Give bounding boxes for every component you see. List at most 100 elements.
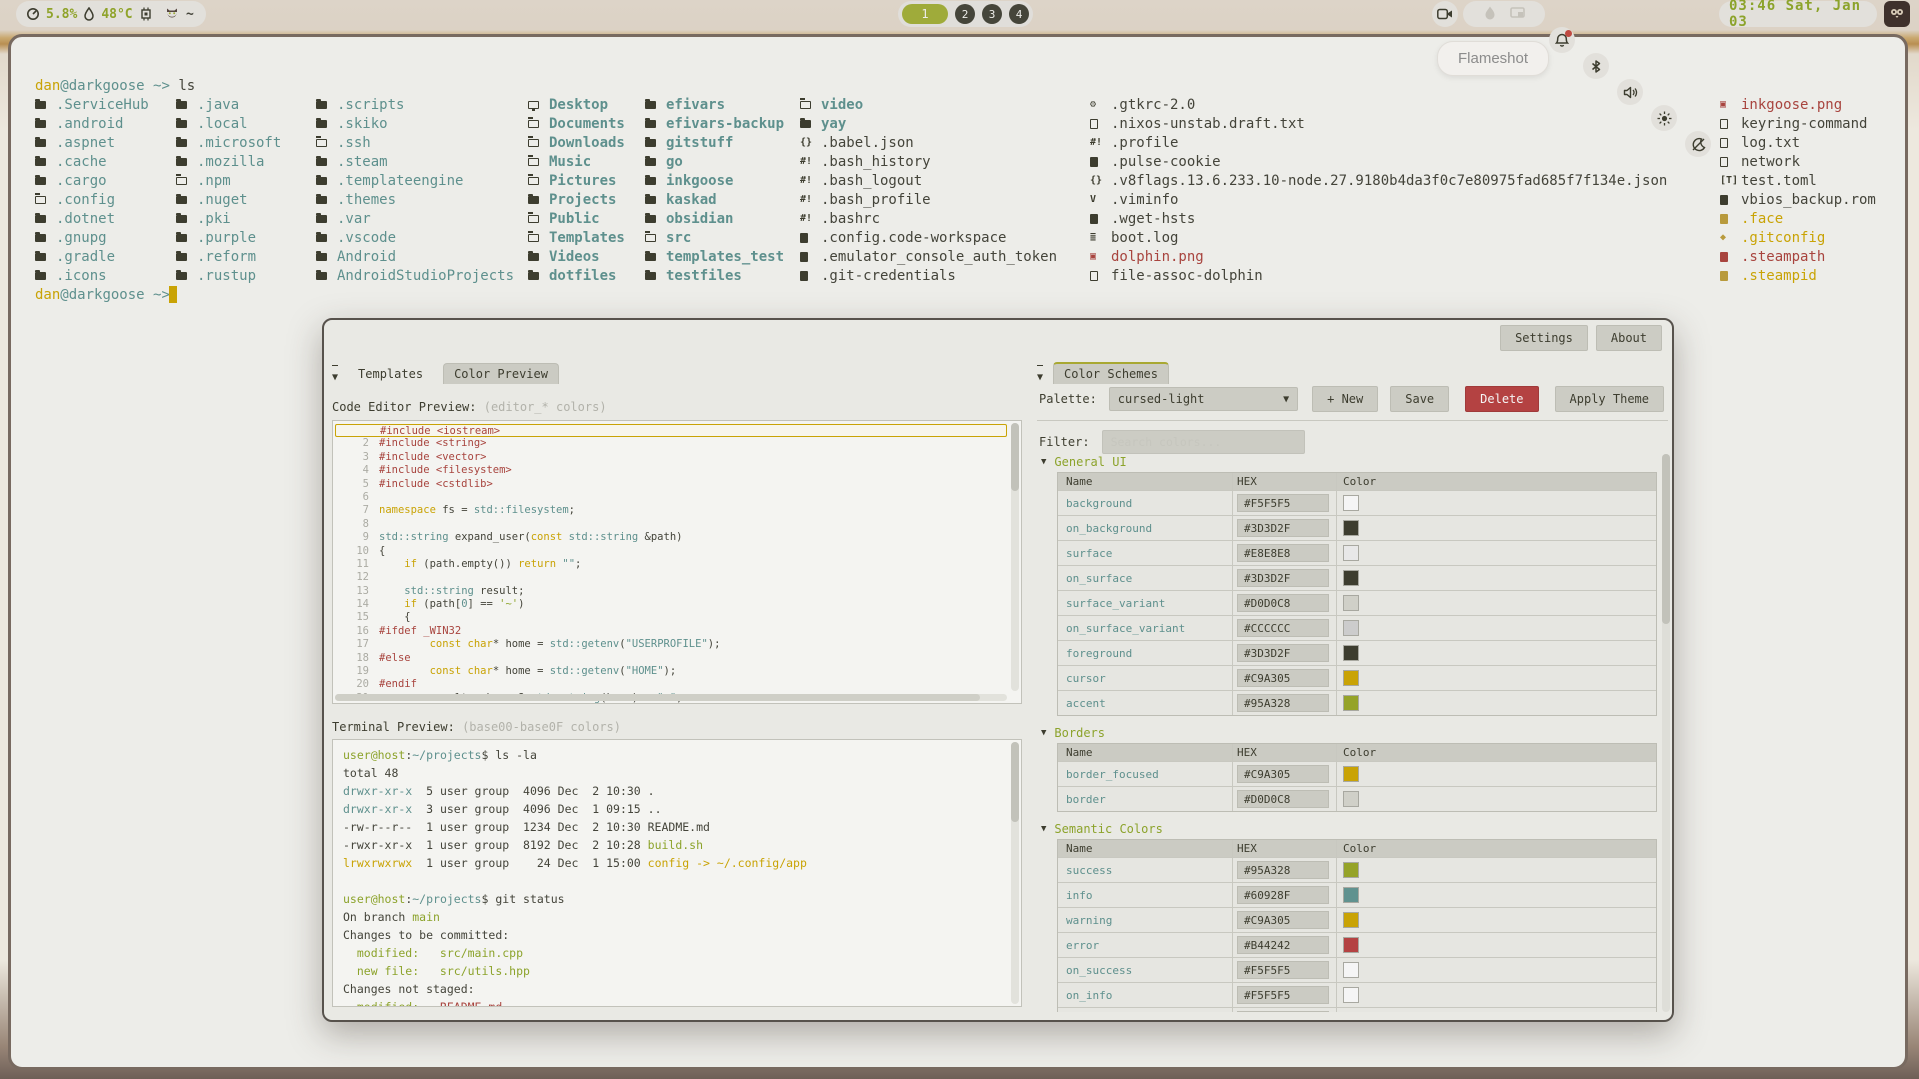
right-panel-scrollbar[interactable] [1662, 454, 1670, 1012]
save-button[interactable]: Save [1390, 386, 1449, 412]
hex-input[interactable]: #60928F [1237, 886, 1329, 904]
shell-prompt-current[interactable]: dan@darkgoose ~> [35, 285, 178, 304]
section-header[interactable]: ▼Semantic Colors [1041, 821, 1668, 837]
color-swatch[interactable] [1343, 962, 1359, 978]
editor-horizontal-scrollbar[interactable] [335, 694, 1007, 701]
color-swatch[interactable] [1343, 791, 1359, 807]
color-swatch[interactable] [1343, 766, 1359, 782]
tab-color-schemes[interactable]: Color Schemes [1053, 362, 1169, 384]
editor-preview-label: Code Editor Preview: (editor_* colors) [332, 400, 607, 414]
color-tables-scroll-area[interactable]: ▼General UI NameHEXColorbackground#F5F5F5… [1039, 454, 1668, 1012]
collapse-icon[interactable]: ▼ [1037, 365, 1043, 380]
editor-vertical-scrollbar[interactable] [1011, 423, 1019, 691]
entry-label: .git-credentials [821, 268, 956, 284]
hex-input[interactable]: #F5F5F5 [1237, 1011, 1329, 1012]
hex-input[interactable]: #F5F5F5 [1237, 494, 1329, 512]
hex-input[interactable]: #3D3D2F [1237, 519, 1329, 537]
hex-input[interactable]: #C9A305 [1237, 765, 1329, 783]
hex-input[interactable]: #95A328 [1237, 694, 1329, 712]
entry-label: .skiko [337, 116, 388, 132]
filter-input[interactable] [1102, 430, 1305, 454]
about-button[interactable]: About [1596, 325, 1662, 351]
entry-label: .var [337, 211, 371, 227]
hex-input[interactable]: #D0D0C8 [1237, 790, 1329, 808]
color-swatch[interactable] [1343, 595, 1359, 611]
editor-preview-hint: (editor_* colors) [484, 400, 607, 414]
new-palette-button[interactable]: + New [1312, 386, 1378, 412]
delete-button[interactable]: Delete [1465, 386, 1538, 412]
color-table: NameHEXColorbackground#F5F5F5on_backgrou… [1057, 472, 1657, 716]
file-entry: .face [1720, 209, 1783, 228]
folder-icon [645, 177, 660, 185]
color-swatch[interactable] [1343, 862, 1359, 878]
color-swatch[interactable] [1343, 520, 1359, 536]
section-header[interactable]: ▼General UI [1041, 454, 1668, 470]
palette-select[interactable]: cursed-light ▼ [1109, 387, 1298, 411]
directory-entry: .themes [316, 190, 396, 209]
folder-icon [35, 139, 50, 147]
terminal-preview[interactable]: user@host:~/projects$ ls -latotal 48drwx… [332, 739, 1022, 1007]
collapse-icon[interactable]: ▼ [332, 365, 338, 380]
terminal-preview-hint: (base00-base0F colors) [462, 720, 621, 734]
folder-icon [528, 196, 543, 204]
terminal-preview-line: -rw-r--r-- 1 user group 1234 Dec 2 10:30… [343, 818, 1007, 836]
hex-input[interactable]: #C9A305 [1237, 911, 1329, 929]
folder-icon [176, 253, 191, 261]
hex-input[interactable]: #B44242 [1237, 936, 1329, 954]
color-row: on_info#F5F5F5 [1058, 983, 1656, 1008]
right-tab-bar: ▼ Color Schemes [1037, 360, 1169, 384]
color-swatch[interactable] [1343, 987, 1359, 1003]
color-swatch[interactable] [1343, 645, 1359, 661]
settings-button[interactable]: Settings [1500, 325, 1588, 351]
hex-input[interactable]: #D0D0C8 [1237, 594, 1329, 612]
directory-entry: dotfiles [528, 266, 616, 285]
folder-open-icon [528, 234, 543, 242]
color-swatch[interactable] [1343, 695, 1359, 711]
directory-entry: Public [528, 209, 600, 228]
entry-label: .wget-hsts [1111, 211, 1195, 227]
color-name: success [1058, 858, 1233, 882]
color-swatch[interactable] [1343, 937, 1359, 953]
hex-input[interactable]: #CCCCCC [1237, 619, 1329, 637]
palette-value: cursed-light [1118, 392, 1205, 406]
entry-label: .gtkrc-2.0 [1111, 97, 1195, 113]
doc-icon [1720, 252, 1735, 262]
entry-label: .npm [197, 173, 231, 189]
terminal-output: dan@darkgoose ~> ls .ServiceHub.android.… [0, 0, 1919, 330]
terminal-preview-line: lrwxrwxrwx 1 user group 24 Dec 1 15:00 c… [343, 854, 1007, 872]
hex-input[interactable]: #3D3D2F [1237, 569, 1329, 587]
apply-theme-button[interactable]: Apply Theme [1555, 386, 1664, 412]
toml-icon: [T] [1720, 175, 1735, 186]
hex-input[interactable]: #C9A305 [1237, 669, 1329, 687]
hex-input[interactable]: #3D3D2F [1237, 644, 1329, 662]
color-swatch[interactable] [1343, 620, 1359, 636]
code-line: 16#ifdef _WIN32 [335, 625, 1007, 638]
file-entry: #!.bash_history [800, 152, 931, 171]
color-swatch[interactable] [1343, 670, 1359, 686]
directory-entry: .cargo [35, 171, 107, 190]
entry-label: .scripts [337, 97, 404, 113]
hex-input[interactable]: #F5F5F5 [1237, 986, 1329, 1004]
color-name: surface_variant [1058, 591, 1233, 615]
color-swatch[interactable] [1343, 545, 1359, 561]
chevron-down-icon: ▼ [1041, 824, 1046, 834]
hex-input[interactable]: #F5F5F5 [1237, 961, 1329, 979]
folder-icon [316, 158, 331, 166]
tab-templates[interactable]: Templates [348, 364, 433, 384]
tab-color-preview[interactable]: Color Preview [443, 363, 559, 384]
directory-entry: .mozilla [176, 152, 264, 171]
terminal-preview-line: new file: src/utils.hpp [343, 962, 1007, 980]
section-header[interactable]: ▼Borders [1041, 725, 1668, 741]
directory-entry: Documents [528, 114, 625, 133]
color-swatch[interactable] [1343, 570, 1359, 586]
color-swatch[interactable] [1343, 887, 1359, 903]
hex-input[interactable]: #E8E8E8 [1237, 544, 1329, 562]
code-editor-preview[interactable]: #include <iostream>2#include <string>3#i… [332, 420, 1022, 704]
color-swatch[interactable] [1343, 495, 1359, 511]
hex-input[interactable]: #95A328 [1237, 861, 1329, 879]
log-icon: ≣ [1090, 232, 1105, 243]
entry-label: boot.log [1111, 230, 1178, 246]
terminal-preview-scrollbar[interactable] [1011, 742, 1019, 1004]
directory-entry: efivars-backup [645, 114, 784, 133]
color-swatch[interactable] [1343, 912, 1359, 928]
